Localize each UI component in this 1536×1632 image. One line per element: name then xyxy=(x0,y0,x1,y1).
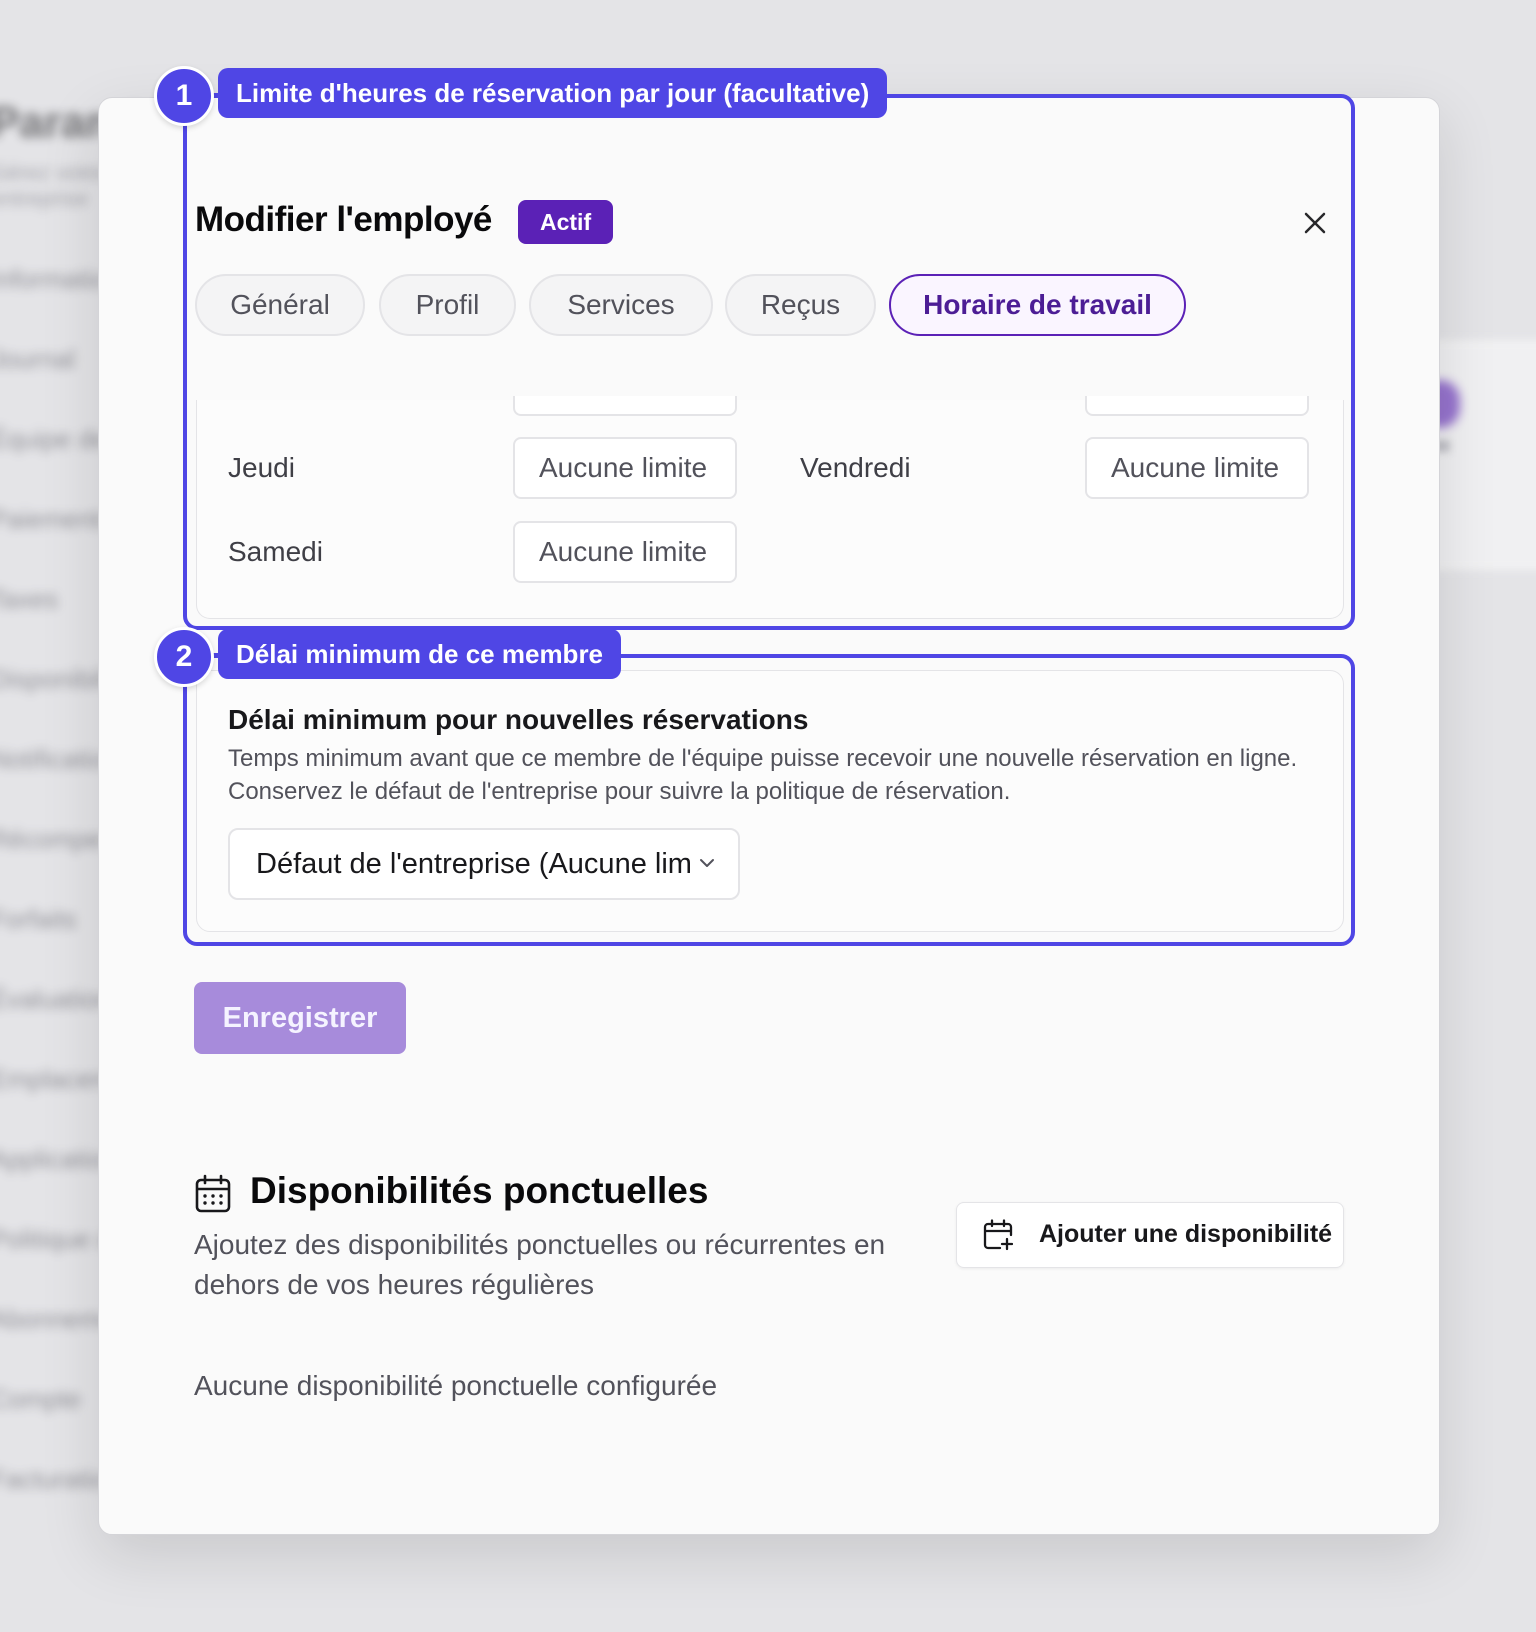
background-subtitle: Gérez votre entreprise xyxy=(0,160,105,211)
annotation-box-1 xyxy=(183,94,1355,630)
availability-title: Disponibilités ponctuelles xyxy=(250,1170,709,1211)
background-nav-item: Paiements xyxy=(0,504,113,534)
annotation-label-2: Délai minimum de ce membre xyxy=(218,629,622,679)
background-nav-item: Journal xyxy=(0,344,76,374)
calendar-plus-icon xyxy=(983,1219,1013,1251)
background-nav-item: Taxes xyxy=(0,584,58,614)
empty-state-text: Aucune disponibilité ponctuelle configur… xyxy=(194,1370,718,1401)
annotation-number-1: 1 xyxy=(154,66,214,126)
annotation-label-1: Limite d'heures de réservation par jour … xyxy=(218,68,888,118)
annotation-number-2: 2 xyxy=(154,627,214,687)
calendar-icon xyxy=(195,1174,231,1213)
save-button[interactable]: Enregistrer xyxy=(194,982,406,1054)
background-sidebar: Paramètres Gérez votre entreprise Inform… xyxy=(0,0,262,1632)
annotation-box-2 xyxy=(183,654,1355,946)
background-nav-item: Forfaits xyxy=(0,904,77,934)
background-nav-item: Compte xyxy=(0,1384,82,1414)
add-availability-button[interactable]: Ajouter une disponibilité xyxy=(956,1202,1344,1268)
add-availability-label: Ajouter une disponibilité xyxy=(1039,1220,1333,1248)
availability-description: Ajoutez des disponibilités ponctuelles o… xyxy=(194,1229,886,1300)
